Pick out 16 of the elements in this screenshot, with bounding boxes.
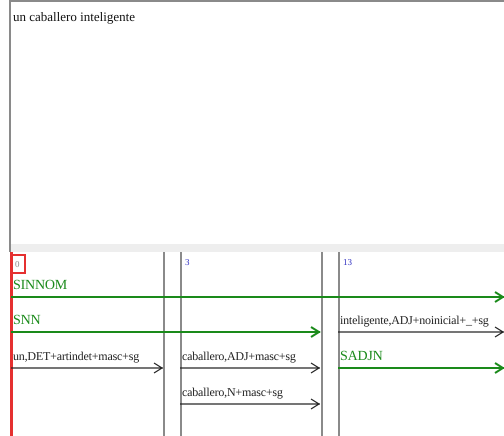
node-number[interactable]: 3 bbox=[182, 256, 192, 268]
text-area[interactable]: un caballero inteligente bbox=[9, 0, 504, 244]
edge-label[interactable]: SADJN bbox=[340, 349, 383, 364]
edge-label[interactable]: caballero,ADJ+masc+sg bbox=[182, 349, 296, 364]
node-number[interactable]: 0 bbox=[10, 254, 26, 274]
sentence-text: un caballero inteligente bbox=[13, 9, 136, 24]
node-number[interactable]: 13 bbox=[340, 256, 355, 268]
edge-label[interactable]: SNN bbox=[13, 313, 40, 328]
edge-label[interactable]: un,DET+artindet+masc+sg bbox=[13, 349, 140, 364]
edge-label[interactable]: caballero,N+masc+sg bbox=[182, 385, 283, 400]
node-line[interactable] bbox=[10, 252, 13, 436]
splitter-bar[interactable] bbox=[9, 244, 504, 252]
edge-label[interactable]: inteligente,ADJ+noinicial+_+sg bbox=[340, 313, 489, 328]
node-line[interactable] bbox=[180, 252, 182, 436]
node-line[interactable] bbox=[338, 252, 340, 436]
edge-label[interactable]: SINNOM bbox=[13, 278, 68, 293]
